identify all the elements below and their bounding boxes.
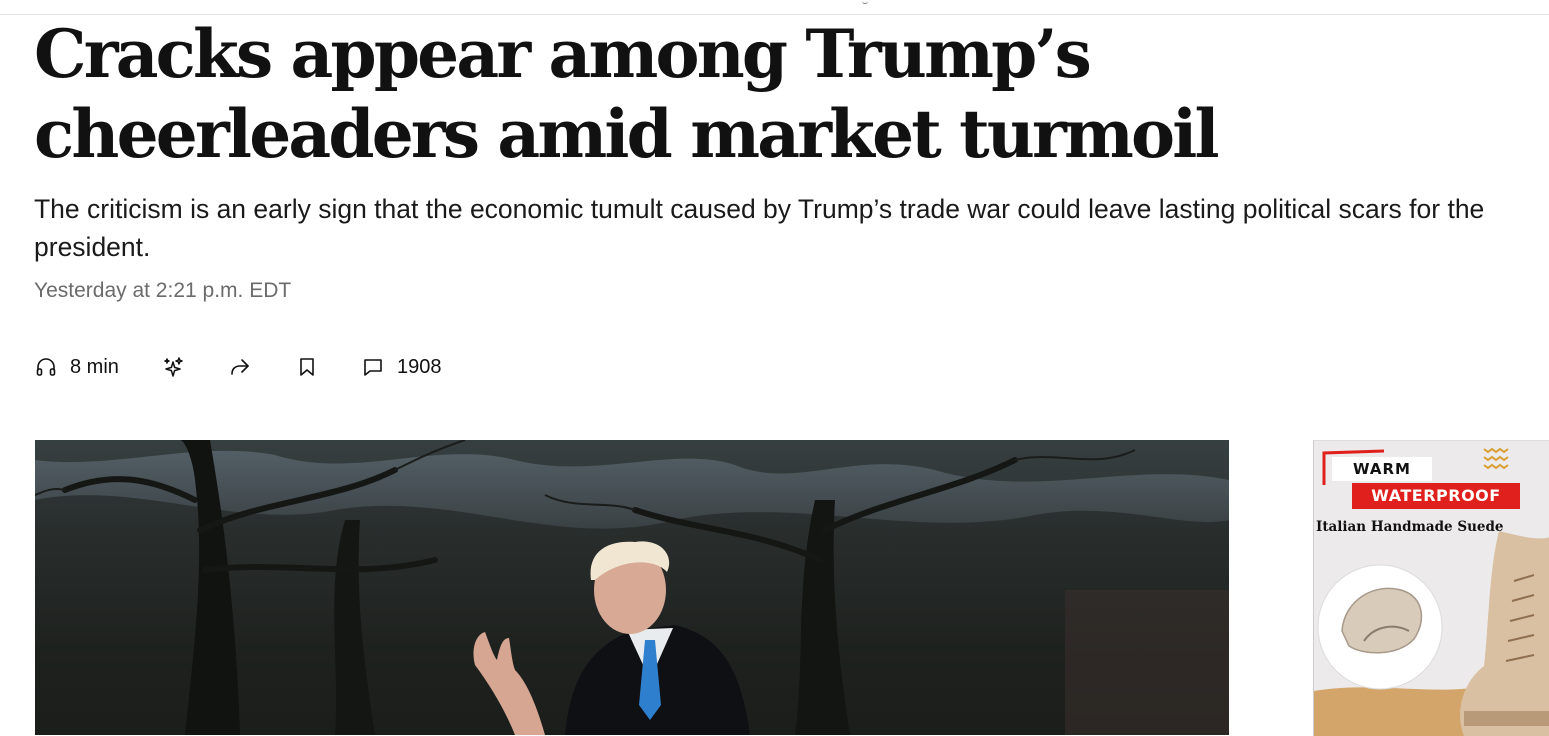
advertisement[interactable]: WARM WATERPROOF Italian Handmade Suede: [1313, 440, 1549, 736]
bookmark-icon: [295, 355, 319, 379]
article-dek: The criticism is an early sign that the …: [34, 194, 1485, 262]
comments-button[interactable]: 1908: [361, 350, 442, 384]
share-button[interactable]: [228, 350, 252, 384]
comment-icon: [361, 355, 385, 379]
ad-tagline: Italian Handmade Suede: [1316, 519, 1504, 535]
share-arrow-icon: [228, 355, 252, 379]
ad-badge-warm: WARM: [1332, 457, 1432, 481]
headphones-icon: [34, 355, 58, 379]
ai-summary-button[interactable]: [162, 350, 186, 384]
article-toolbar: 8 min 1908: [34, 350, 534, 384]
article-lead-photo[interactable]: [35, 440, 1229, 735]
bookmark-button[interactable]: [295, 350, 319, 384]
photo-illustration: [35, 440, 1229, 735]
article-headline: Cracks appear among Trump’s cheerleaders…: [34, 15, 1220, 173]
listen-button[interactable]: 8 min: [34, 350, 119, 384]
sparkle-icon: [162, 355, 186, 379]
ad-badge-waterproof: WATERPROOF: [1352, 483, 1520, 509]
listen-duration: 8 min: [70, 355, 119, 378]
header-logo-fragment: [862, 0, 868, 4]
comments-count: 1908: [397, 355, 442, 378]
article-timestamp: Yesterday at 2:21 p.m. EDT: [34, 279, 292, 302]
